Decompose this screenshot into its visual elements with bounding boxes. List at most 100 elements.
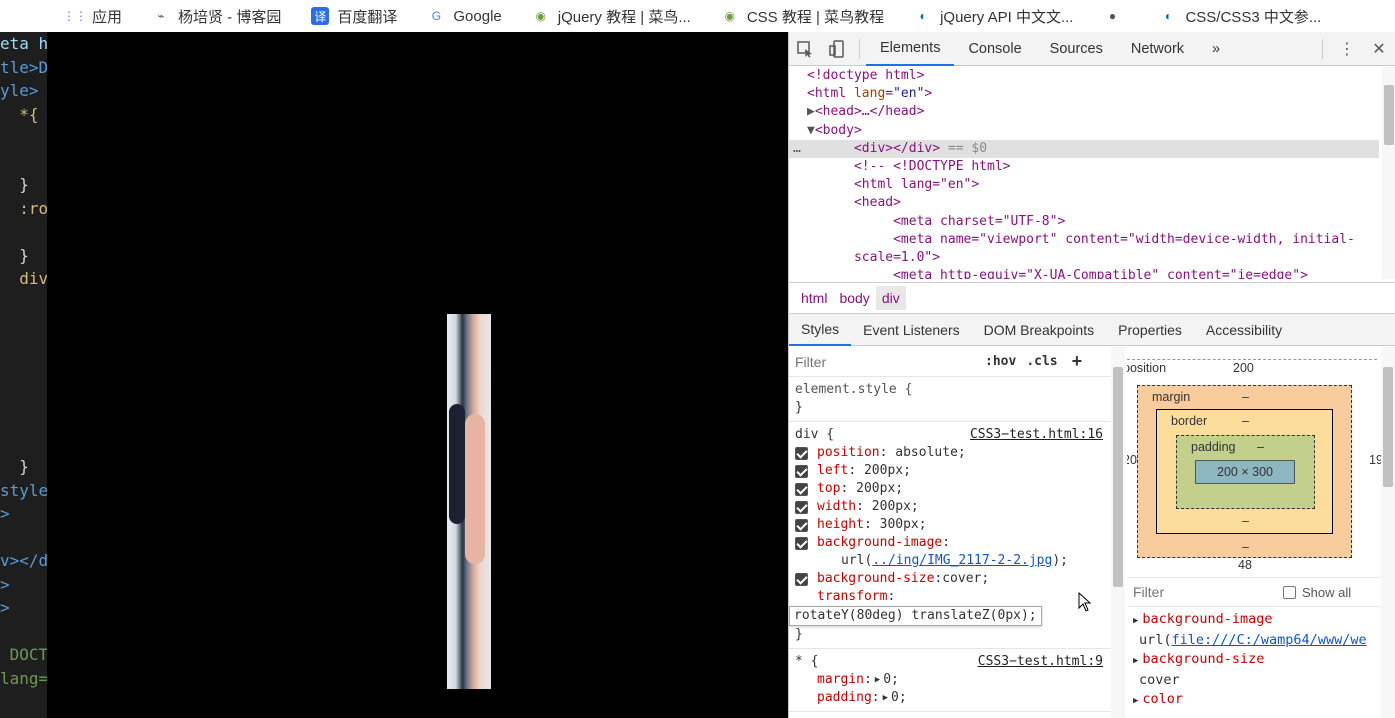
bookmark-item[interactable]: ◐ jQuery API 中文文... [914, 6, 1073, 27]
prop-left[interactable]: left: 200px; [795, 462, 1105, 480]
bookmark-item[interactable]: ◉ jQuery 教程 | 菜鸟... [532, 6, 691, 27]
close-icon[interactable]: ✕ [1363, 32, 1395, 66]
dom-line[interactable]: <html lang="en"> [789, 85, 1379, 103]
inspect-element-icon[interactable] [789, 32, 821, 66]
editor-line[interactable]: } [0, 244, 47, 268]
dom-line[interactable]: <meta charset="UTF-8"> [789, 213, 1379, 231]
device-toolbar-icon[interactable] [821, 32, 853, 66]
tab-sources[interactable]: Sources [1036, 32, 1117, 66]
bookmark-item[interactable]: ◉ CSS 教程 | 菜鸟教程 [721, 6, 885, 27]
box-content[interactable]: 200 × 300 [1195, 460, 1295, 484]
breadcrumb-div[interactable]: div [875, 286, 906, 310]
subtab-event-listeners[interactable]: Event Listeners [851, 314, 972, 346]
tab-network[interactable]: Network [1117, 32, 1198, 66]
styles-scrollbar[interactable] [1111, 347, 1125, 718]
star-rule-source-link[interactable]: CSS3−test.html:9 [978, 653, 1103, 671]
computed-prop[interactable]: ▶ background-image url(file:///C:/wamp64/w… [1133, 610, 1378, 650]
editor-line[interactable] [0, 526, 47, 550]
rotated-image-div[interactable] [447, 314, 491, 689]
editor-line[interactable] [0, 126, 47, 150]
dom-line[interactable]: ▶<head>…</head> [789, 103, 1379, 121]
transform-value-editor[interactable]: rotateY(80deg) translateZ(0px); [789, 606, 1042, 626]
dom-scrollbar[interactable] [1382, 67, 1395, 279]
dom-line-selected[interactable]: … <div></div> == $0 [789, 139, 1379, 159]
computed-link[interactable]: file:///C:/wamp64/www/we [1172, 632, 1367, 648]
dom-tree[interactable]: <!doctype html> <html lang="en"> ▶<head>… [789, 67, 1379, 279]
editor-line[interactable] [0, 150, 47, 174]
editor-line[interactable]: DOCTY [0, 643, 47, 667]
prop-top[interactable]: top: 200px; [795, 480, 1105, 498]
dom-line[interactable]: <html lang="en"> [789, 176, 1379, 194]
tab-elements[interactable]: Elements [866, 32, 955, 66]
computed-prop[interactable]: ▶ color [1133, 690, 1378, 711]
editor-line[interactable] [0, 408, 47, 432]
prop-checkbox[interactable] [795, 464, 808, 478]
editor-line[interactable]: div{ [0, 267, 47, 291]
cls-button[interactable]: .cls [1026, 354, 1057, 369]
breadcrumb-html[interactable]: html [795, 286, 833, 310]
tab-console[interactable]: Console [954, 32, 1035, 66]
dom-line[interactable]: <meta http-equiv="X-UA-Compatible" conte… [789, 267, 1379, 279]
editor-line[interactable]: lang=" [0, 667, 47, 691]
prop-checkbox[interactable] [795, 536, 808, 550]
bookmark-item[interactable]: G Google [427, 7, 502, 25]
editor-line[interactable]: > [0, 502, 47, 526]
editor-line[interactable]: eta ht [0, 32, 47, 56]
more-tabs-icon[interactable]: » [1198, 32, 1234, 66]
box-border[interactable]: border – – padding – 200 × 300 [1156, 409, 1333, 534]
prop-position[interactable]: position: absolute; [795, 444, 1105, 462]
subtab-accessibility[interactable]: Accessibility [1194, 314, 1294, 346]
prop-background-image[interactable]: background-image: [795, 534, 1105, 552]
star-rule[interactable]: * { CSS3−test.html:9 margin: ▶ 0; padding: ▶… [789, 649, 1111, 712]
prop-checkbox[interactable] [795, 572, 808, 586]
prop-checkbox[interactable] [795, 482, 808, 496]
editor-line[interactable] [0, 338, 47, 362]
editor-line[interactable]: *{ [0, 103, 47, 127]
computed-prop[interactable]: ▶ background-size cover [1133, 650, 1378, 690]
editor-line[interactable]: style> [0, 479, 47, 503]
subtab-properties[interactable]: Properties [1106, 314, 1194, 346]
bookmark-item[interactable]: ⌁ 杨培贤 - 博客园 [152, 6, 281, 27]
bookmark-item[interactable]: ◐ CSS/CSS3 中文参... [1159, 6, 1322, 27]
editor-line[interactable]: } [0, 173, 47, 197]
prop-transform[interactable]: transform: [795, 588, 1105, 606]
editor-line[interactable]: yle> [0, 79, 47, 103]
prop-checkbox[interactable] [795, 446, 808, 460]
prop-padding[interactable]: padding: ▶ 0; [795, 689, 1105, 707]
dom-line[interactable]: <head> [789, 194, 1379, 212]
computed-scrollbar[interactable] [1381, 347, 1395, 718]
editor-line[interactable]: v></d [0, 549, 47, 573]
show-all-checkbox[interactable] [1283, 585, 1296, 599]
code-editor[interactable]: eta httle>Dyle> *{ } :roo } div{ }style>… [0, 32, 47, 718]
editor-line[interactable]: } [0, 455, 47, 479]
new-rule-button[interactable]: + [1072, 351, 1083, 372]
editor-line[interactable] [0, 361, 47, 385]
breadcrumb-body[interactable]: body [833, 286, 875, 310]
dom-line[interactable]: <meta name="viewport" content="width=dev… [789, 231, 1379, 249]
prop-checkbox[interactable] [795, 500, 808, 514]
editor-line[interactable]: tle>D [0, 56, 47, 80]
subtab-dom-breakpoints[interactable]: DOM Breakpoints [972, 314, 1106, 346]
bg-url-link[interactable]: ../ing/IMG_2117-2-2.jpg [872, 553, 1052, 568]
editor-line[interactable]: :roo [0, 197, 47, 221]
element-style-rule[interactable]: element.style { } [789, 377, 1111, 422]
styles-filter-input[interactable] [795, 353, 975, 370]
prop-height[interactable]: height: 300px; [795, 516, 1105, 534]
editor-line[interactable] [0, 385, 47, 409]
prop-checkbox[interactable] [795, 518, 808, 532]
dom-line[interactable]: <!-- <!DOCTYPE html> [789, 158, 1379, 176]
dom-line[interactable]: scale=1.0"> [789, 249, 1379, 267]
editor-line[interactable]: > [0, 573, 47, 597]
dom-line[interactable]: ▼<body> [789, 122, 1379, 140]
div-rule[interactable]: div { CSS3−test.html:16 position: absolu… [789, 422, 1111, 649]
editor-line[interactable] [0, 314, 47, 338]
hov-button[interactable]: :hov [985, 354, 1016, 369]
editor-line[interactable] [0, 620, 47, 644]
kebab-menu-icon[interactable]: ⋮ [1331, 32, 1363, 66]
editor-line[interactable] [0, 220, 47, 244]
prop-background-size[interactable]: background-size: cover; [795, 570, 1105, 588]
bookmark-item[interactable]: ⋮⋮ 应用 [63, 6, 122, 27]
prop-width[interactable]: width: 200px; [795, 498, 1105, 516]
editor-line[interactable] [0, 291, 47, 315]
dom-line[interactable]: <!doctype html> [789, 67, 1379, 85]
